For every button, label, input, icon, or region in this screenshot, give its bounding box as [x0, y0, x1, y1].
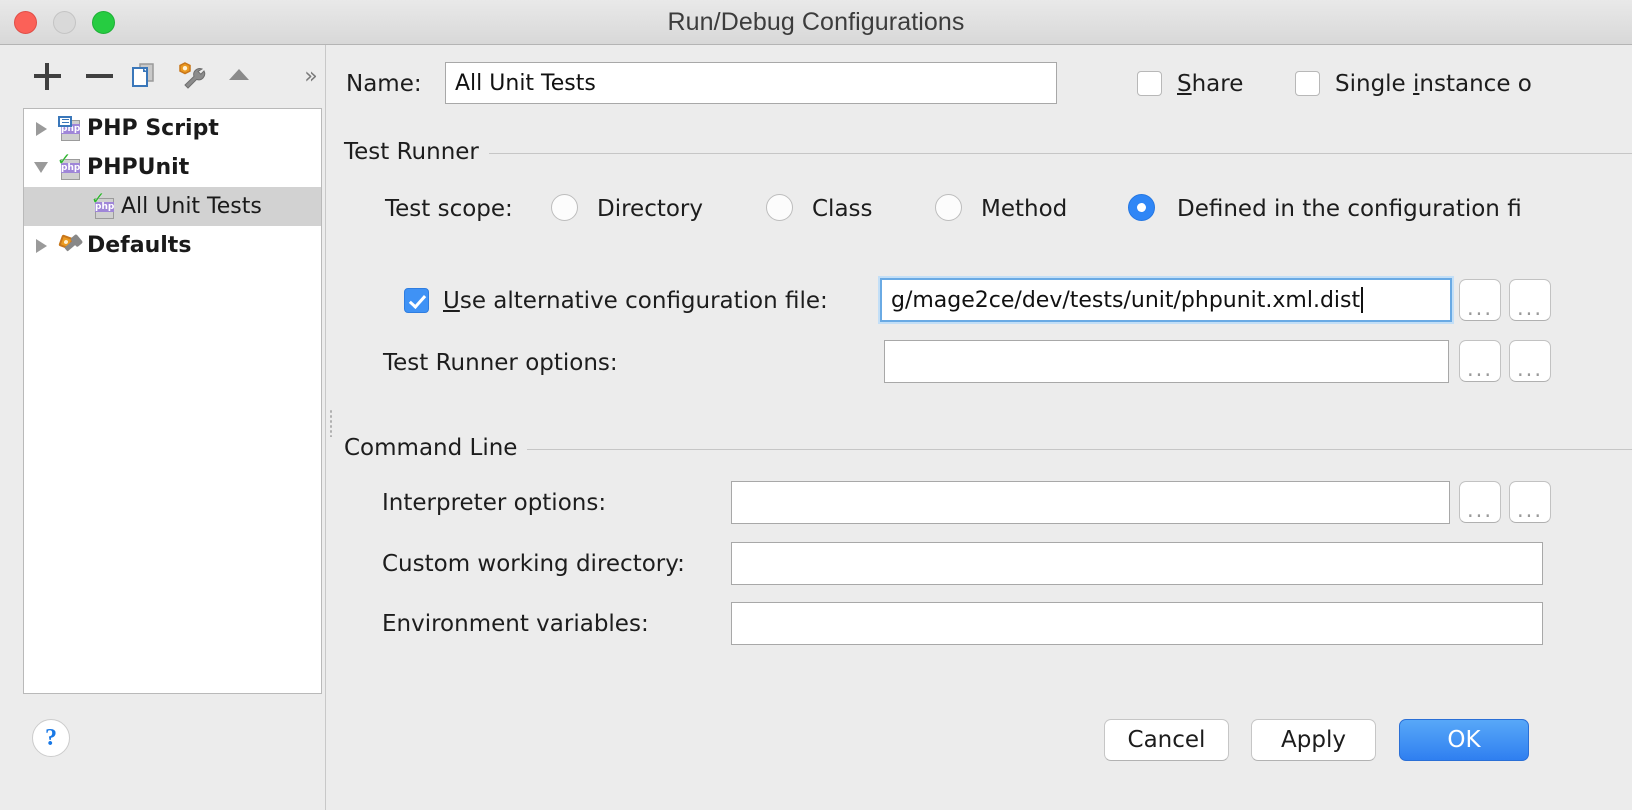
test-runner-section-rule — [484, 153, 1632, 154]
custom-working-directory-label: Custom working directory: — [382, 551, 685, 577]
alternative-configuration-file-browse-button[interactable]: ... — [1459, 279, 1501, 321]
name-label: Name: — [346, 71, 422, 97]
chevron-right-icon — [35, 238, 47, 253]
copy-configuration-button[interactable] — [122, 45, 164, 108]
configurations-tree[interactable]: PHP Script ✓ PHPUnit ✓ All Unit Tests — [23, 108, 322, 694]
tree-item-php-script[interactable]: PHP Script — [24, 109, 321, 148]
name-input-value: All Unit Tests — [455, 70, 596, 96]
defaults-icon — [58, 233, 84, 259]
interpreter-options-input[interactable] — [731, 481, 1450, 524]
move-up-button[interactable] — [218, 45, 260, 108]
configuration-form: Name: All Unit Tests Share Single instan… — [337, 45, 1632, 810]
add-configuration-button[interactable] — [26, 45, 68, 108]
alt-config-label-rest: se alternative configuration file: — [459, 288, 828, 314]
cancel-button[interactable]: Cancel — [1104, 719, 1229, 761]
test-scope-label: Test scope: — [385, 196, 513, 222]
ellipsis-icon: ... — [1466, 357, 1494, 381]
php-script-icon — [58, 115, 84, 142]
single-instance-label-rest: nstance o — [1419, 71, 1532, 97]
copy-icon — [128, 60, 158, 94]
chevron-down-icon — [34, 162, 48, 173]
name-input[interactable]: All Unit Tests — [445, 62, 1057, 104]
share-checkbox[interactable] — [1137, 71, 1162, 96]
test-scope-radio-defined-in-configuration-file[interactable] — [1128, 194, 1155, 221]
test-scope-option-label-class: Class — [812, 196, 873, 222]
command-line-section-rule — [520, 449, 1632, 450]
window-title: Run/Debug Configurations — [667, 8, 965, 36]
environment-variables-label: Environment variables: — [382, 611, 649, 637]
interpreter-options-label: Interpreter options: — [382, 490, 607, 516]
question-mark-icon: ? — [45, 724, 57, 751]
text-caret — [1361, 287, 1364, 313]
test-scope-option-label-directory: Directory — [597, 196, 704, 222]
custom-working-directory-input[interactable] — [731, 542, 1543, 585]
single-instance-label: Single instance o — [1335, 71, 1532, 97]
tree-item-label: All Unit Tests — [121, 194, 262, 219]
plus-icon — [33, 63, 61, 90]
test-scope-option-label-defined-in-configuration-file: Defined in the configuration fi — [1177, 196, 1522, 222]
panel-splitter[interactable] — [325, 45, 337, 810]
configurations-toolbar: » — [0, 45, 325, 108]
ellipsis-icon: ... — [1516, 296, 1544, 320]
test-runner-options-input[interactable] — [884, 340, 1449, 383]
use-alternative-configuration-file-label: Use alternative configuration file: — [443, 288, 828, 314]
tree-item-defaults[interactable]: Defaults — [24, 226, 321, 265]
ellipsis-icon: ... — [1516, 498, 1544, 522]
toolbar-overflow-button[interactable]: » — [292, 45, 328, 108]
command-line-section-title: Command Line — [344, 435, 528, 461]
test-scope-radio-directory[interactable] — [551, 194, 578, 221]
alternative-configuration-file-macro-button[interactable]: ... — [1509, 279, 1551, 321]
tree-item-all-unit-tests[interactable]: ✓ All Unit Tests — [24, 187, 321, 226]
single-instance-checkbox[interactable] — [1295, 71, 1320, 96]
share-label-rest: hare — [1191, 71, 1244, 97]
alternative-configuration-file-value: g/mage2ce/dev/tests/unit/phpunit.xml.dis… — [891, 287, 1361, 313]
test-scope-option-label-method: Method — [981, 196, 1068, 222]
chevron-double-right-icon: » — [304, 63, 318, 89]
phpunit-icon: ✓ — [57, 151, 84, 181]
ellipsis-icon: ... — [1466, 498, 1494, 522]
tree-item-label: PHPUnit — [87, 155, 190, 180]
expand-arrow-defaults[interactable] — [24, 238, 58, 253]
edit-defaults-button[interactable] — [170, 45, 212, 108]
test-runner-options-browse-button[interactable]: ... — [1459, 340, 1501, 382]
use-alternative-configuration-file-checkbox[interactable] — [404, 288, 429, 313]
test-runner-options-macro-button[interactable]: ... — [1509, 340, 1551, 382]
share-label: Share — [1177, 71, 1243, 97]
alt-config-mnemonic: U — [443, 288, 460, 314]
title-bar: Run/Debug Configurations — [0, 0, 1632, 45]
single-instance-label-pre: Single — [1335, 71, 1414, 97]
ellipsis-icon: ... — [1466, 296, 1494, 320]
phpunit-icon: ✓ — [91, 190, 118, 220]
triangle-up-icon — [226, 62, 252, 92]
tree-item-label: PHP Script — [87, 116, 219, 141]
run-debug-configurations-dialog: Run/Debug Configurations » php PHP Scrip… — [0, 0, 1632, 810]
test-scope-radio-class[interactable] — [766, 194, 793, 221]
apply-button[interactable]: Apply — [1251, 719, 1376, 761]
collapse-arrow-phpunit[interactable] — [24, 162, 58, 173]
test-runner-section-title: Test Runner — [344, 139, 489, 165]
environment-variables-input[interactable] — [731, 602, 1543, 645]
splitter-grip-icon[interactable] — [329, 409, 333, 437]
tree-item-label: Defaults — [87, 233, 192, 258]
minus-icon — [85, 63, 113, 90]
help-button[interactable]: ? — [32, 719, 70, 757]
expand-arrow-php-script[interactable] — [24, 121, 58, 136]
test-runner-options-label: Test Runner options: — [383, 350, 618, 376]
test-scope-radio-method[interactable] — [935, 194, 962, 221]
wrench-icon — [176, 60, 206, 94]
alternative-configuration-file-input[interactable]: g/mage2ce/dev/tests/unit/phpunit.xml.dis… — [880, 278, 1452, 322]
ok-button[interactable]: OK — [1399, 719, 1529, 761]
interpreter-options-macro-button[interactable]: ... — [1509, 481, 1551, 523]
interpreter-options-browse-button[interactable]: ... — [1459, 481, 1501, 523]
share-mnemonic: S — [1177, 71, 1192, 97]
remove-configuration-button[interactable] — [78, 45, 120, 108]
ellipsis-icon: ... — [1516, 357, 1544, 381]
tree-item-phpunit[interactable]: ✓ PHPUnit — [24, 148, 321, 187]
chevron-right-icon — [35, 121, 47, 136]
